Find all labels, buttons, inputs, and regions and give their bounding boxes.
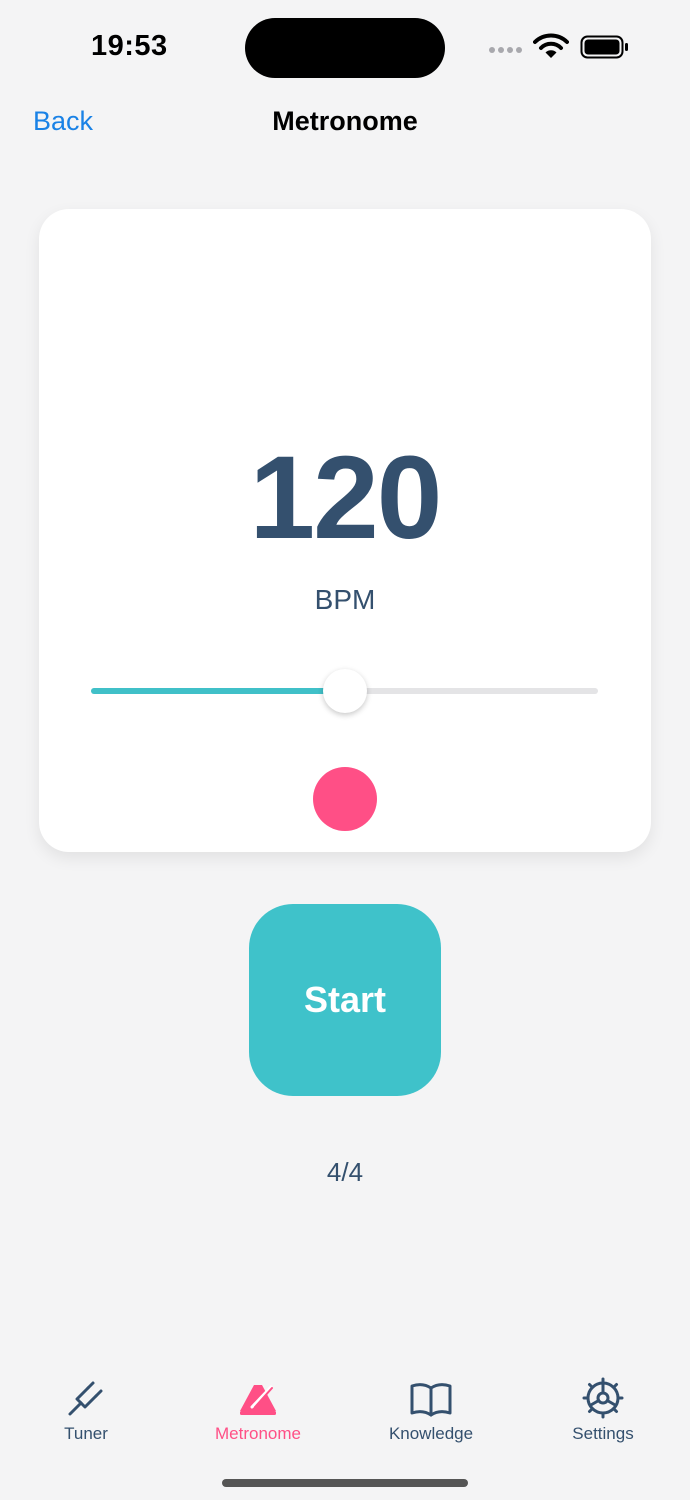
tuning-fork-icon [68,1381,103,1416]
battery-icon [580,35,628,59]
slider-fill [91,688,345,694]
bpm-value: 120 [249,432,443,564]
slider-thumb[interactable] [322,669,367,713]
wifi-icon [533,33,569,58]
dynamic-island [245,18,445,78]
tab-knowledge[interactable]: Knowledge [345,1360,517,1450]
tab-tuner[interactable]: Tuner [0,1360,172,1450]
gear-icon [582,1377,624,1419]
tab-label: Knowledge [388,1424,474,1443]
cellular-signal-icon [489,47,522,53]
tab-bar: Tuner Metronome Knowledge Settings [0,1360,690,1460]
tab-label: Settings [572,1424,634,1443]
bpm-label: BPM [314,584,376,615]
book-icon [410,1383,452,1417]
home-indicator [222,1479,468,1487]
metronome-card: 120 BPM [39,209,651,852]
tab-settings[interactable]: Settings [517,1360,689,1450]
navigation-bar: Back Metronome [0,95,690,155]
status-time: 19:53 [91,30,168,62]
status-bar: 19:53 [0,0,690,95]
time-signature-selector[interactable]: 4/4 [0,1157,690,1188]
metronome-icon [240,1385,276,1415]
start-button[interactable]: Start [249,904,441,1096]
tempo-slider[interactable] [91,667,598,715]
tab-metronome[interactable]: Metronome [172,1360,344,1450]
tab-label: Tuner [64,1424,108,1443]
page-title: Metronome [272,106,418,136]
beat-indicator [313,767,377,831]
tab-label: Metronome [215,1424,301,1443]
